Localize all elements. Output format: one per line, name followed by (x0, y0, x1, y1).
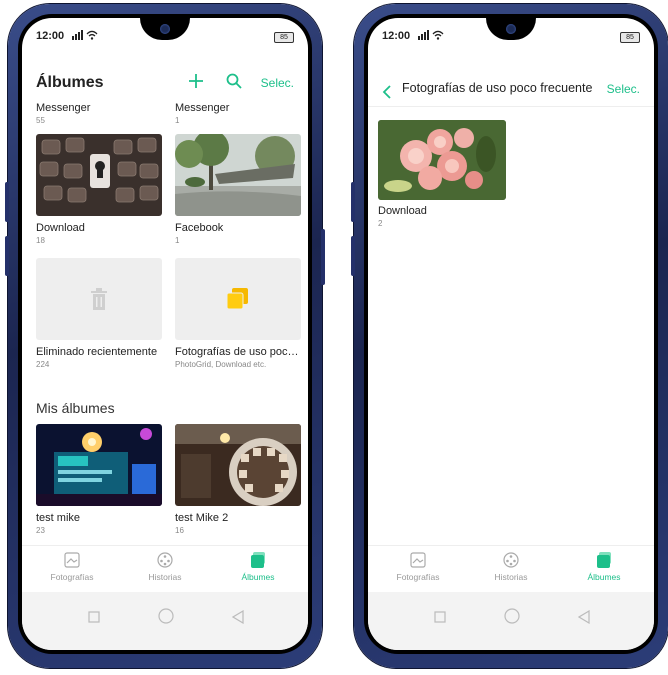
status-time: 12:00 (36, 30, 65, 42)
app-header: Fotografías de uso poco frecuente Selec. (382, 78, 640, 106)
album-count: 18 (36, 236, 45, 245)
page-title: Álbumes (36, 74, 104, 91)
page-title: Fotografías de uso poco frecuente (402, 81, 593, 95)
album-count: 1 (175, 236, 180, 245)
album-count: 1 (175, 116, 180, 125)
photos-icon (378, 552, 458, 570)
side-button (351, 182, 355, 222)
tab-photos[interactable]: Fotografías (32, 552, 112, 582)
album-name: Eliminado recientemente (36, 346, 158, 358)
trash-icon (89, 288, 109, 315)
signal-icon (418, 30, 444, 43)
album-item[interactable]: test Mike 2 16 (175, 424, 301, 535)
back-icon[interactable] (577, 609, 590, 627)
battery-icon: 85 (274, 32, 294, 43)
tab-stories[interactable]: Historias (125, 552, 205, 582)
album-item[interactable]: Eliminado recientemente 224 (36, 258, 162, 369)
phone-left: 12:00 85 Álbumes Selec. Messenger 55 Mes… (5, 4, 325, 668)
stories-icon (471, 552, 551, 570)
side-button (5, 182, 9, 222)
album-name: Download (378, 205, 427, 217)
home-icon[interactable] (158, 608, 174, 627)
album-count: PhotoGrid, Download etc. (175, 360, 267, 369)
album-thumbnail[interactable] (378, 120, 506, 200)
album-thumbnail[interactable] (175, 258, 301, 340)
tab-label: Fotografías (396, 572, 440, 582)
tab-label: Fotografías (50, 572, 94, 582)
bottom-nav: Fotografías Historias Álbumes (368, 545, 654, 590)
album-item[interactable]: test mike 23 (36, 424, 162, 535)
recents-icon[interactable] (434, 610, 446, 626)
album-thumbnail[interactable] (175, 424, 301, 506)
screen: 12:00 85 Fotografías de uso poco frecuen… (364, 14, 658, 654)
album-count: 16 (175, 526, 184, 535)
tab-label: Álbumes (241, 572, 275, 582)
album-count: 2 (378, 219, 383, 228)
status-bar: 12:00 85 (382, 30, 640, 46)
tab-photos[interactable]: Fotografías (378, 552, 458, 582)
photos-icon (32, 552, 112, 570)
recents-icon[interactable] (88, 610, 100, 626)
system-nav-bar (22, 592, 308, 650)
back-icon[interactable] (231, 609, 244, 627)
system-nav-bar (368, 592, 654, 650)
album-thumbnail[interactable] (36, 424, 162, 506)
album-item[interactable]: Fotografías de uso poco fre... PhotoGrid… (175, 258, 301, 369)
album-name: Download (36, 222, 85, 234)
display: 12:00 85 Fotografías de uso poco frecuen… (368, 18, 654, 650)
select-button[interactable]: Selec. (261, 76, 294, 90)
phone-right: 12:00 85 Fotografías de uso poco frecuen… (351, 4, 668, 668)
plus-icon[interactable] (188, 72, 204, 95)
header-divider (368, 106, 654, 107)
album-count: 23 (36, 526, 45, 535)
folder-icon (226, 288, 249, 315)
tab-stories[interactable]: Historias (471, 552, 551, 582)
battery-icon: 85 (620, 32, 640, 43)
home-icon[interactable] (504, 608, 520, 627)
search-icon[interactable] (226, 72, 242, 95)
tab-albums[interactable]: Álbumes (564, 552, 644, 582)
album-item[interactable]: Messenger 1 (175, 102, 301, 125)
status-time: 12:00 (382, 30, 411, 42)
side-button (351, 236, 355, 276)
stories-icon (125, 552, 205, 570)
album-item[interactable]: Download 2 (378, 120, 506, 228)
tab-label: Álbumes (587, 572, 621, 582)
album-name: Messenger (36, 102, 91, 114)
power-button (321, 229, 325, 285)
tab-albums[interactable]: Álbumes (218, 552, 298, 582)
albums-icon (218, 552, 298, 570)
album-thumbnail[interactable] (36, 134, 162, 216)
album-name: test mike (36, 512, 81, 524)
album-count: 224 (36, 360, 50, 369)
side-button (5, 236, 9, 276)
album-name: test Mike 2 (175, 512, 229, 524)
tab-label: Historias (494, 572, 528, 582)
album-item[interactable]: Download 18 (36, 134, 162, 245)
tab-label: Historias (148, 572, 182, 582)
album-item[interactable]: Facebook 1 (175, 134, 301, 245)
screen: 12:00 85 Álbumes Selec. Messenger 55 Mes… (18, 14, 312, 654)
display: 12:00 85 Álbumes Selec. Messenger 55 Mes… (22, 18, 308, 650)
album-item[interactable]: Messenger 55 (36, 102, 162, 125)
app-header: Álbumes Selec. (36, 70, 294, 98)
album-count: 55 (36, 116, 45, 125)
select-button[interactable]: Selec. (607, 82, 640, 96)
status-bar: 12:00 85 (36, 30, 294, 46)
signal-icon (72, 30, 98, 43)
albums-icon (564, 552, 644, 570)
album-name: Facebook (175, 222, 224, 234)
bottom-nav: Fotografías Historias Álbumes (22, 545, 308, 590)
album-name: Fotografías de uso poco fre... (175, 346, 301, 358)
chevron-left-icon[interactable] (382, 82, 392, 105)
album-thumbnail[interactable] (36, 258, 162, 340)
section-title: Mis álbumes (36, 400, 115, 416)
album-name: Messenger (175, 102, 230, 114)
album-thumbnail[interactable] (175, 134, 301, 216)
